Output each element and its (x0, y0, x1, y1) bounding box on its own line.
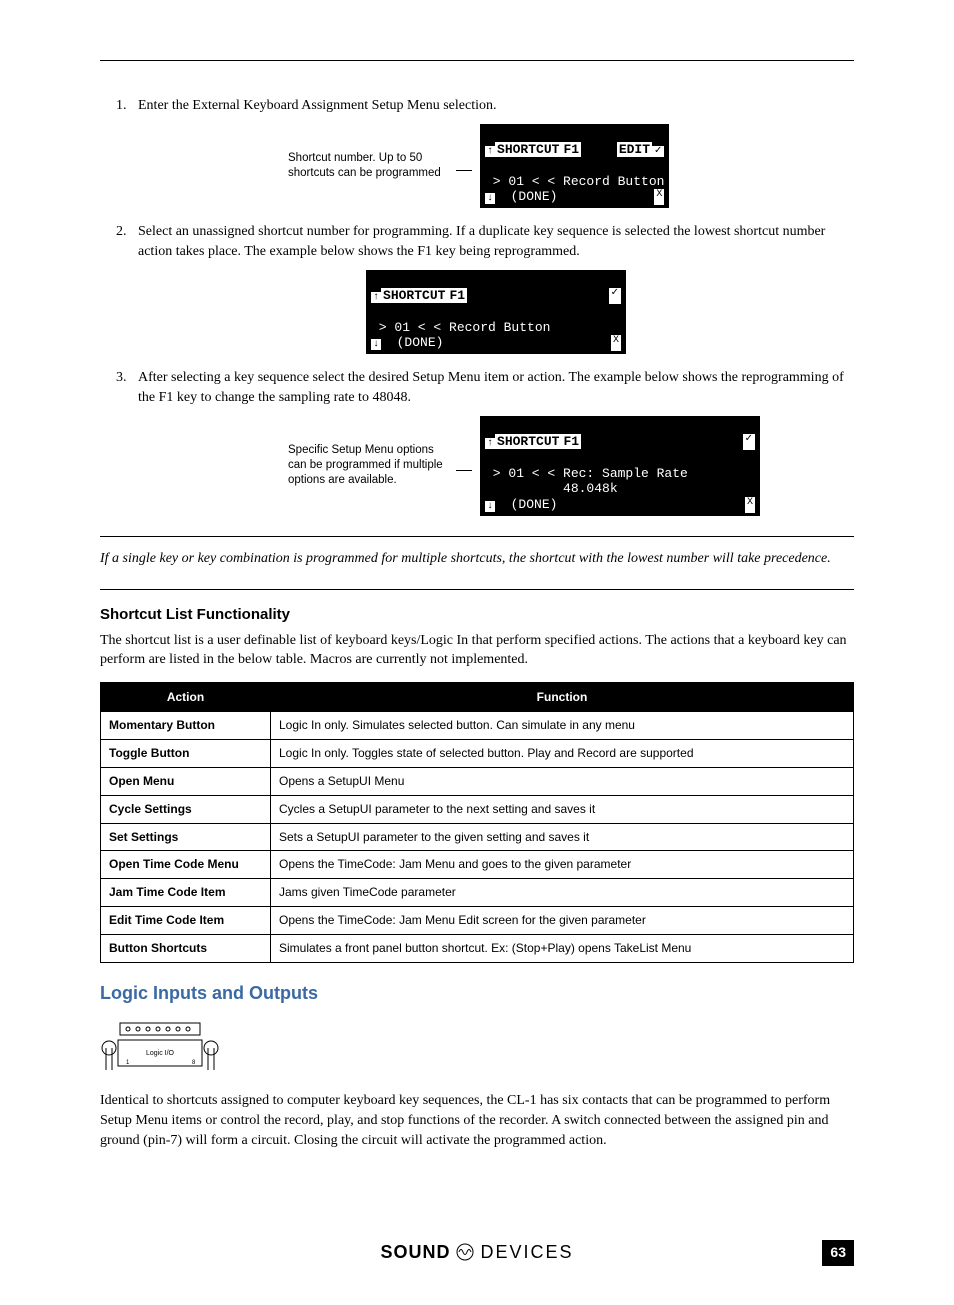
cell-function: Opens the TimeCode: Jam Menu and goes to… (271, 851, 854, 879)
action-function-table: Action Function Momentary ButtonLogic In… (100, 682, 854, 963)
table-row: Open Time Code MenuOpens the TimeCode: J… (101, 851, 854, 879)
leader-line-icon (456, 170, 472, 171)
figure-2-row: ↑SHORTCUTF1 ✓ > 01 < < Record Button ↓ (D… (138, 270, 854, 355)
table-row: Edit Time Code ItemOpens the TimeCode: J… (101, 907, 854, 935)
figure-3-row: Specific Setup Menu options can be progr… (288, 416, 854, 516)
shortcut-list-heading: Shortcut List Functionality (100, 604, 854, 625)
connector-diagram: Logic I/O 1 8 (100, 1018, 854, 1080)
check-icon: ✓ (609, 288, 621, 304)
step-3: After selecting a key sequence select th… (130, 368, 854, 516)
table-row: Button ShortcutsSimulates a front panel … (101, 934, 854, 962)
cell-function: Jams given TimeCode parameter (271, 879, 854, 907)
lcd-line2: > 01 < < Record Button (485, 174, 664, 189)
cell-action: Cycle Settings (101, 795, 271, 823)
figure-3-caption: Specific Setup Menu options can be progr… (288, 443, 448, 488)
step-1-text: Enter the External Keyboard Assignment S… (138, 98, 496, 113)
cell-action: Momentary Button (101, 712, 271, 740)
check-icon: ✓ (743, 434, 755, 450)
connector-icon: Logic I/O 1 8 (100, 1018, 220, 1073)
edit-tag: EDIT (617, 142, 652, 157)
leader-line-icon (456, 470, 472, 471)
lcd-screenshot-1: ↑SHORTCUTF1EDIT✓ > 01 < < Record Button … (480, 124, 669, 209)
cell-function: Sets a SetupUI parameter to the given se… (271, 823, 854, 851)
up-arrow-icon: ↑ (485, 146, 495, 157)
f1-tag: F1 (447, 288, 467, 303)
cell-function: Logic In only. Simulates selected button… (271, 712, 854, 740)
shortcut-tag: SHORTCUT (381, 288, 447, 303)
lcd-screenshot-3: ↑SHORTCUTF1 ✓ > 01 < < Rec: Sample Rate 4… (480, 416, 760, 516)
cell-function: Cycles a SetupUI parameter to the next s… (271, 795, 854, 823)
lcd-line2a: > 01 < < Rec: Sample Rate (485, 466, 688, 481)
cell-function: Opens the TimeCode: Jam Menu Edit screen… (271, 907, 854, 935)
logic-io-heading: Logic Inputs and Outputs (100, 981, 854, 1006)
down-arrow-icon: ↓ (371, 339, 381, 350)
step-2: Select an unassigned shortcut number for… (130, 222, 854, 354)
f1-tag: F1 (561, 142, 581, 157)
page-number: 63 (822, 1240, 854, 1266)
cell-function: Simulates a front panel button shortcut.… (271, 934, 854, 962)
connector-label: Logic I/O (146, 1050, 175, 1057)
check-icon: ✓ (652, 146, 664, 157)
step-1: Enter the External Keyboard Assignment S… (130, 96, 854, 208)
top-horizontal-rule (100, 60, 854, 61)
table-header-function: Function (271, 682, 854, 712)
svg-text:1: 1 (126, 1060, 130, 1066)
brand-light: DEVICES (481, 1242, 574, 1262)
lcd-line2: > 01 < < Record Button (371, 320, 550, 335)
lcd-screenshot-2: ↑SHORTCUTF1 ✓ > 01 < < Record Button ↓ (D… (366, 270, 626, 355)
cell-action: Open Menu (101, 768, 271, 796)
cell-action: Set Settings (101, 823, 271, 851)
brand-bold: SOUND (380, 1242, 450, 1262)
table-row: Jam Time Code ItemJams given TimeCode pa… (101, 879, 854, 907)
cell-action: Toggle Button (101, 740, 271, 768)
table-body: Momentary ButtonLogic In only. Simulates… (101, 712, 854, 962)
shortcut-tag: SHORTCUT (495, 434, 561, 449)
up-arrow-icon: ↑ (485, 438, 495, 449)
horizontal-rule (100, 536, 854, 537)
table-row: Momentary ButtonLogic In only. Simulates… (101, 712, 854, 740)
cell-function: Opens a SetupUI Menu (271, 768, 854, 796)
brand-wave-icon (456, 1243, 474, 1261)
up-arrow-icon: ↑ (371, 292, 381, 303)
step-3-text: After selecting a key sequence select th… (138, 370, 844, 405)
down-arrow-icon: ↓ (485, 193, 495, 204)
figure-1-row: Shortcut number. Up to 50 shortcuts can … (288, 124, 854, 209)
cell-action: Open Time Code Menu (101, 851, 271, 879)
x-icon: X (654, 189, 664, 205)
lcd-done: (DONE) (495, 189, 557, 204)
table-row: Set SettingsSets a SetupUI parameter to … (101, 823, 854, 851)
lcd-done: (DONE) (495, 497, 557, 512)
shortcut-list-paragraph: The shortcut list is a user definable li… (100, 631, 854, 670)
table-row: Toggle ButtonLogic In only. Toggles stat… (101, 740, 854, 768)
x-icon: X (611, 335, 621, 351)
lcd-line2b: 48.048k (485, 481, 618, 496)
down-arrow-icon: ↓ (485, 501, 495, 512)
lcd-done: (DONE) (381, 335, 443, 350)
page-footer: SOUND DEVICES 63 (100, 1240, 854, 1265)
cell-action: Button Shortcuts (101, 934, 271, 962)
table-row: Cycle SettingsCycles a SetupUI parameter… (101, 795, 854, 823)
table-header-action: Action (101, 682, 271, 712)
shortcut-tag: SHORTCUT (495, 142, 561, 157)
step-2-text: Select an unassigned shortcut number for… (138, 224, 825, 259)
cell-function: Logic In only. Toggles state of selected… (271, 740, 854, 768)
precedence-note: If a single key or key combination is pr… (100, 549, 854, 569)
horizontal-rule (100, 589, 854, 590)
cell-action: Edit Time Code Item (101, 907, 271, 935)
x-icon: X (745, 497, 755, 513)
brand-logo: SOUND DEVICES (380, 1240, 573, 1265)
f1-tag: F1 (561, 434, 581, 449)
instruction-list: Enter the External Keyboard Assignment S… (130, 96, 854, 516)
logic-io-paragraph: Identical to shortcuts assigned to compu… (100, 1091, 854, 1150)
table-row: Open MenuOpens a SetupUI Menu (101, 768, 854, 796)
figure-1-caption: Shortcut number. Up to 50 shortcuts can … (288, 151, 448, 181)
svg-text:8: 8 (192, 1060, 196, 1066)
cell-action: Jam Time Code Item (101, 879, 271, 907)
